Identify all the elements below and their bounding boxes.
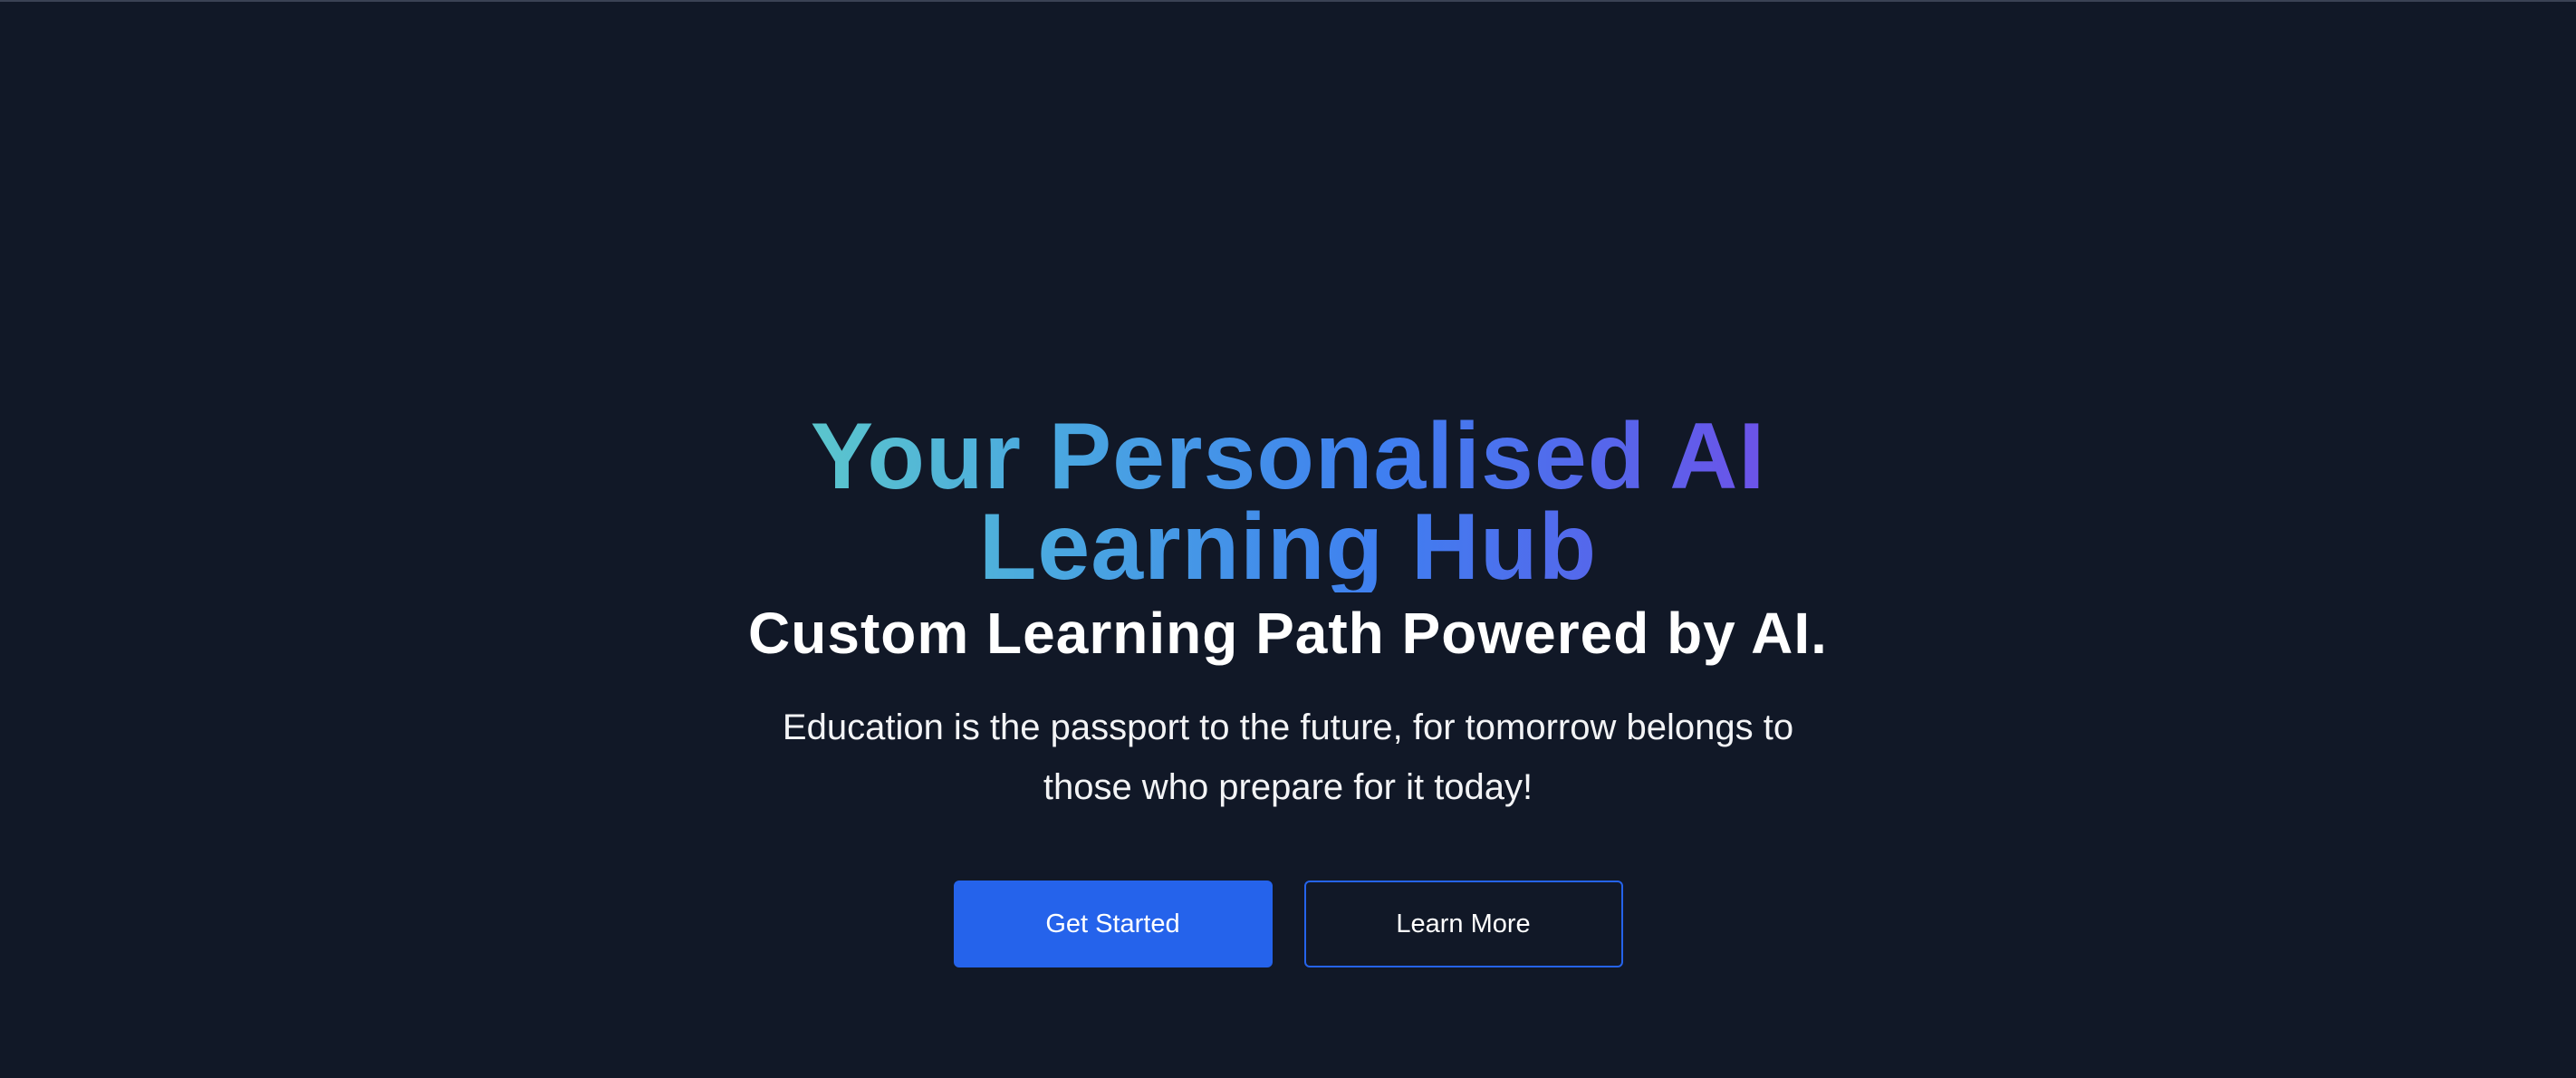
get-started-button[interactable]: Get Started bbox=[953, 881, 1273, 967]
hero-subtitle: Custom Learning Path Powered by AI. bbox=[748, 601, 1828, 666]
hero-tagline: Education is the passport to the future,… bbox=[782, 707, 1794, 807]
hero-title: Your Personalised AI Learning Hub bbox=[699, 409, 1877, 594]
landing-page: Your Personalised AI Learning Hub Custom… bbox=[0, 0, 2576, 1078]
hero-section: Your Personalised AI Learning Hub Custom… bbox=[0, 409, 2576, 967]
hero-actions: Get Started Learn More bbox=[953, 881, 1623, 967]
learn-more-button[interactable]: Learn More bbox=[1303, 881, 1623, 967]
